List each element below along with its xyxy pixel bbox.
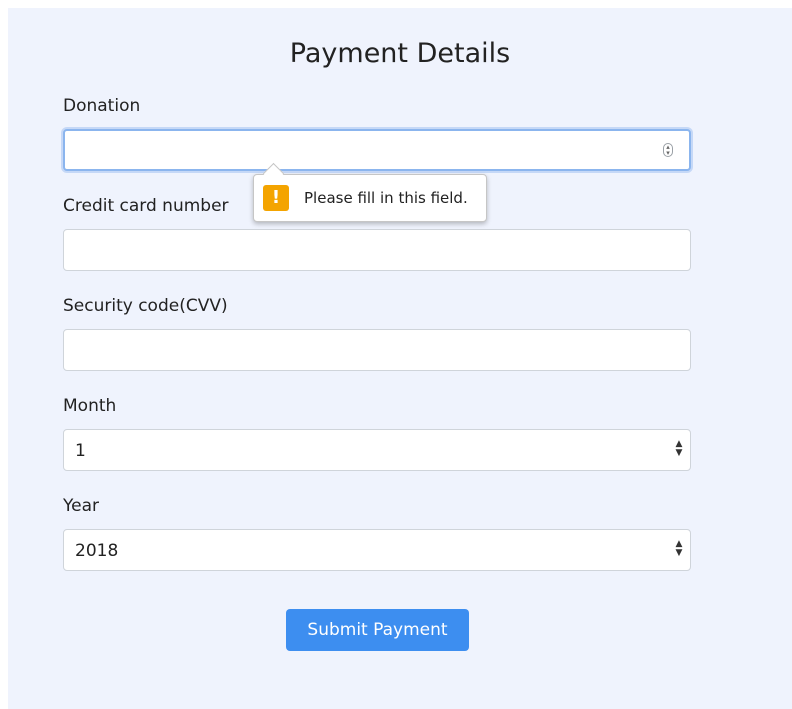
year-select[interactable]: 2018 ▲ ▼: [63, 529, 691, 571]
submit-payment-button[interactable]: Submit Payment: [286, 609, 469, 651]
month-selected-value: 1: [75, 441, 86, 461]
month-select[interactable]: 1 ▲ ▼: [63, 429, 691, 471]
select-arrows-icon: ▲ ▼: [675, 439, 683, 458]
validation-message: Please fill in this field.: [304, 189, 468, 207]
number-spinner-icon[interactable]: ▴ ▾: [663, 143, 673, 157]
card-number-label: Credit card number: [63, 196, 229, 216]
cvv-label: Security code(CVV): [63, 296, 228, 316]
month-label: Month: [63, 396, 117, 416]
select-arrows-icon: ▲ ▼: [675, 539, 683, 558]
warning-icon: !: [263, 185, 289, 211]
year-label: Year: [63, 496, 99, 516]
card-number-input[interactable]: [63, 229, 691, 271]
donation-label: Donation: [63, 96, 141, 116]
validation-tooltip: ! Please fill in this field.: [253, 162, 487, 222]
payment-form: Payment Details Donation ▴ ▾ Credit card …: [8, 8, 792, 709]
page-title: Payment Details: [289, 38, 511, 69]
donation-input[interactable]: ▴ ▾: [63, 129, 691, 171]
year-selected-value: 2018: [75, 541, 119, 561]
cvv-input[interactable]: [63, 329, 691, 371]
